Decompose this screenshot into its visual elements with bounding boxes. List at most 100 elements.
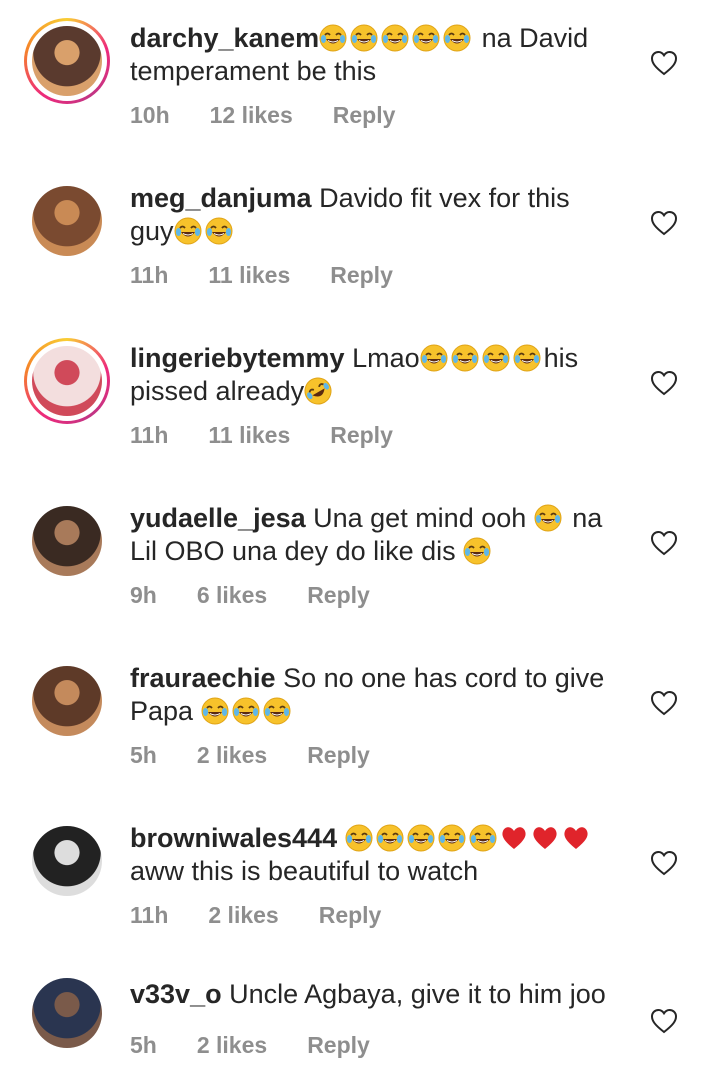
avatar[interactable] <box>32 978 102 1048</box>
comment-text: browniwales444 aww this is beautiful to … <box>130 822 620 888</box>
avatar[interactable] <box>32 506 102 576</box>
comment-username[interactable]: darchy_kanem <box>130 23 319 53</box>
reply-button[interactable]: Reply <box>307 1032 370 1059</box>
comment-username[interactable]: meg_danjuma <box>130 183 312 213</box>
comment-username[interactable]: lingeriebytemmy <box>130 343 345 373</box>
tears-of-joy-emoji <box>512 344 541 372</box>
like-heart-icon[interactable] <box>650 1008 678 1034</box>
comment-text: lingeriebytemmy Lmao his pissed already <box>130 342 620 408</box>
likes-count[interactable]: 11 likes <box>208 262 290 289</box>
like-heart-icon[interactable] <box>650 50 678 76</box>
red-heart-emoji <box>502 827 526 849</box>
reply-button[interactable]: Reply <box>330 262 393 289</box>
comment-text: meg_danjuma Davido fit vex for this guy <box>130 182 620 248</box>
likes-count[interactable]: 2 likes <box>197 742 267 769</box>
tears-of-joy-emoji <box>319 24 348 52</box>
comment-meta: 5h 2 likes Reply <box>130 742 410 769</box>
avatar-story-ring[interactable] <box>24 18 110 104</box>
avatar[interactable] <box>32 826 102 896</box>
rofl-emoji <box>304 377 333 405</box>
comment-row: frauraechie So no one has cord to give P… <box>0 640 720 800</box>
reply-button[interactable]: Reply <box>330 422 393 449</box>
likes-count[interactable]: 12 likes <box>210 102 293 129</box>
comment-body-text: Una get mind ooh <box>305 503 534 533</box>
avatar[interactable] <box>32 186 102 256</box>
comment-body-text: Lmao <box>344 343 420 373</box>
red-heart-emoji <box>564 827 588 849</box>
comment-timestamp: 5h <box>130 742 157 768</box>
comment-body-text: Uncle Agbaya, give it to him joo <box>221 979 606 1009</box>
reply-button[interactable]: Reply <box>333 102 396 129</box>
tears-of-joy-emoji <box>350 24 379 52</box>
comment-meta: 10h 12 likes Reply <box>130 102 435 129</box>
tears-of-joy-emoji <box>231 697 260 725</box>
comment-body-text: aww this is beautiful to watch <box>130 856 479 886</box>
tears-of-joy-emoji <box>468 824 497 852</box>
comment-row: yudaelle_jesa Una get mind ooh na Lil OB… <box>0 480 720 640</box>
comment-timestamp: 11h <box>130 262 169 288</box>
comments-list: darchy_kanem na David temperament be thi… <box>0 0 720 1076</box>
tears-of-joy-emoji <box>200 697 229 725</box>
comment-body-text <box>337 823 345 853</box>
tears-of-joy-emoji <box>406 824 435 852</box>
likes-count[interactable]: 6 likes <box>197 582 267 609</box>
comment-timestamp: 11h <box>130 422 169 448</box>
comment-text: frauraechie So no one has cord to give P… <box>130 662 620 728</box>
likes-count[interactable]: 2 likes <box>197 1032 267 1059</box>
tears-of-joy-emoji <box>481 344 510 372</box>
comment-meta: 9h 6 likes Reply <box>130 582 410 609</box>
comment-timestamp: 5h <box>130 1032 157 1058</box>
comment-row: browniwales444 aww this is beautiful to … <box>0 800 720 960</box>
avatar-frame[interactable] <box>24 658 110 744</box>
comment-meta: 11h 11 likes Reply <box>130 262 433 289</box>
red-heart-emoji <box>533 827 557 849</box>
tears-of-joy-emoji <box>443 24 472 52</box>
likes-count[interactable]: 2 likes <box>208 902 278 929</box>
comment-username[interactable]: yudaelle_jesa <box>130 503 306 533</box>
comment-timestamp: 9h <box>130 582 157 608</box>
avatar-frame[interactable] <box>24 970 110 1056</box>
like-heart-icon[interactable] <box>650 530 678 556</box>
comment-meta: 11h 2 likes Reply <box>130 902 421 929</box>
comment-text: yudaelle_jesa Una get mind ooh na Lil OB… <box>130 502 620 568</box>
comment-meta: 5h 2 likes Reply <box>130 1032 410 1059</box>
tears-of-joy-emoji <box>344 824 373 852</box>
avatar[interactable] <box>32 26 102 96</box>
comment-row: darchy_kanem na David temperament be thi… <box>0 0 720 160</box>
like-heart-icon[interactable] <box>650 210 678 236</box>
like-heart-icon[interactable] <box>650 850 678 876</box>
avatar[interactable] <box>32 666 102 736</box>
tears-of-joy-emoji <box>533 504 562 532</box>
comment-timestamp: 10h <box>130 102 170 128</box>
avatar-frame[interactable] <box>24 818 110 904</box>
tears-of-joy-emoji <box>204 217 233 245</box>
comment-meta: 11h 11 likes Reply <box>130 422 433 449</box>
comment-row: lingeriebytemmy Lmao his pissed already 11… <box>0 320 720 480</box>
like-heart-icon[interactable] <box>650 370 678 396</box>
reply-button[interactable]: Reply <box>307 742 370 769</box>
tears-of-joy-emoji <box>381 24 410 52</box>
tears-of-joy-emoji <box>450 344 479 372</box>
tears-of-joy-emoji <box>437 824 466 852</box>
comment-timestamp: 11h <box>130 902 169 928</box>
comment-text: darchy_kanem na David temperament be thi… <box>130 22 620 88</box>
comment-text: v33v_o Uncle Agbaya, give it to him joo <box>130 978 620 1011</box>
comment-username[interactable]: frauraechie <box>130 663 276 693</box>
tears-of-joy-emoji <box>463 537 492 565</box>
tears-of-joy-emoji <box>173 217 202 245</box>
comment-username[interactable]: v33v_o <box>130 979 222 1009</box>
tears-of-joy-emoji <box>412 24 441 52</box>
tears-of-joy-emoji <box>262 697 291 725</box>
avatar-frame[interactable] <box>24 498 110 584</box>
reply-button[interactable]: Reply <box>319 902 382 929</box>
likes-count[interactable]: 11 likes <box>208 422 290 449</box>
tears-of-joy-emoji <box>375 824 404 852</box>
comment-row: v33v_o Uncle Agbaya, give it to him joo 5… <box>0 960 720 1076</box>
comment-username[interactable]: browniwales444 <box>130 823 337 853</box>
avatar-frame[interactable] <box>24 178 110 264</box>
reply-button[interactable]: Reply <box>307 582 370 609</box>
comment-row: meg_danjuma Davido fit vex for this guy 1… <box>0 160 720 320</box>
avatar-story-ring[interactable] <box>24 338 110 424</box>
like-heart-icon[interactable] <box>650 690 678 716</box>
avatar[interactable] <box>32 346 102 416</box>
